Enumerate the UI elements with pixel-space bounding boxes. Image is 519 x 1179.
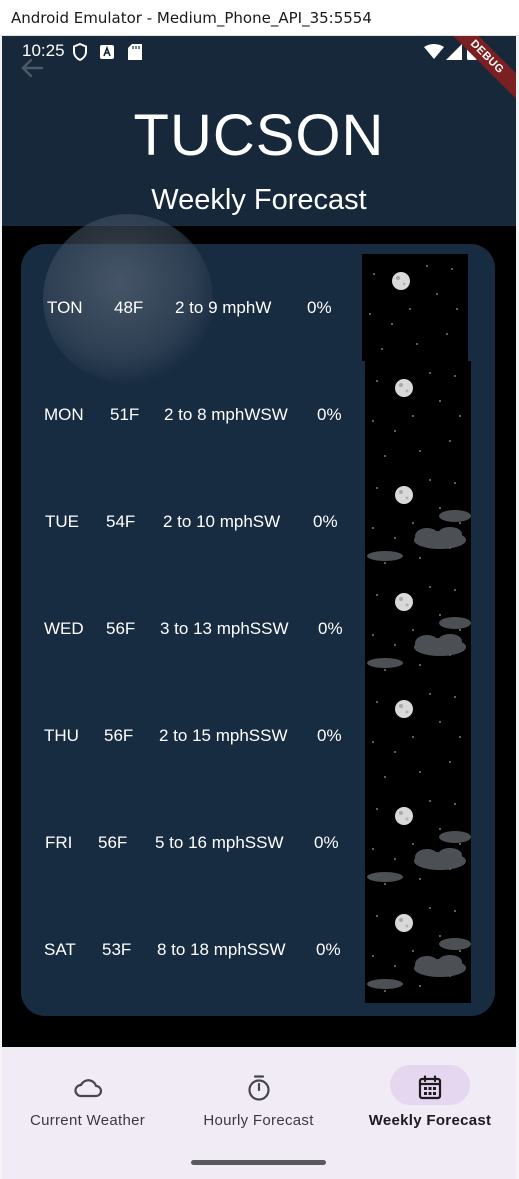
wind: 3 to 13 mphSSW — [160, 619, 289, 638]
temperature: 56F — [106, 619, 136, 638]
forecast-row: WED 56F 3 to 13 mphSSW 0% — [21, 575, 495, 682]
wind: 2 to 10 mphSW — [163, 512, 281, 531]
precipitation: 0% — [314, 833, 339, 852]
nav-label: Current Weather — [29, 1112, 146, 1129]
forecast-row: TUE 54F 2 to 10 mphSW 0% — [21, 468, 495, 575]
emulator-title: Android Emulator - Medium_Phone_API_35:5… — [11, 9, 372, 27]
partly-cloudy-night-icon — [365, 468, 471, 575]
font-notification-icon — [100, 45, 114, 59]
precipitation: 0% — [317, 726, 342, 745]
nav-weekly-forecast[interactable]: Weekly Forecast — [344, 1047, 516, 1157]
header: 10:25 DEBUG TUCSON Weekly Forecast — [2, 36, 516, 226]
day-label: TON — [47, 298, 83, 317]
temperature: 48F — [114, 298, 144, 317]
page-subtitle: Weekly Forecast — [151, 184, 367, 216]
wind: 5 to 16 mphSSW — [155, 833, 284, 852]
day-label: TUE — [45, 512, 79, 531]
signal-icon — [446, 44, 462, 60]
precipitation: 0% — [307, 298, 332, 317]
temperature: 53F — [102, 940, 132, 959]
forecast-row: THU 56F 2 to 15 mphSSW 0% — [21, 682, 495, 789]
wind: 2 to 15 mphSSW — [159, 726, 288, 745]
forecast-row: FRI 56F 5 to 16 mphSSW 0% — [21, 789, 495, 896]
wind: 2 to 8 mphWSW — [164, 405, 288, 424]
status-bar: 10:25 DEBUG — [2, 36, 516, 103]
clear-night-moon-icon — [365, 361, 471, 468]
nav-label: Hourly Forecast — [203, 1112, 314, 1129]
emulator-title-bar: Android Emulator - Medium_Phone_API_35:5… — [0, 0, 519, 36]
precipitation: 0% — [316, 940, 341, 959]
clear-night-moon-icon — [365, 682, 471, 789]
shield-icon — [73, 43, 87, 61]
phone-screen: 10:25 DEBUG TUCSON Weekly Forecast TON 4… — [2, 36, 516, 1179]
calendar-icon — [418, 1075, 442, 1100]
partly-cloudy-night-icon — [365, 789, 471, 896]
temperature: 56F — [98, 833, 128, 852]
temperature: 56F — [104, 726, 134, 745]
precipitation: 0% — [313, 512, 338, 531]
weekly-forecast-card: TON 48F 2 to 9 mphW 0% MON 51F 2 to 8 mp… — [21, 214, 495, 1016]
nav-current-weather[interactable]: Current Weather — [2, 1047, 173, 1157]
day-label: WED — [44, 619, 84, 638]
back-arrow-icon[interactable] — [18, 54, 46, 82]
temperature: 54F — [106, 512, 136, 531]
forecast-row: MON 51F 2 to 8 mphWSW 0% — [21, 361, 495, 468]
day-label: SAT — [44, 940, 76, 959]
city-title: TUCSON — [133, 103, 385, 168]
stopwatch-icon — [247, 1075, 270, 1101]
day-label: FRI — [45, 833, 73, 852]
wifi-icon — [424, 44, 444, 59]
partly-cloudy-night-icon — [365, 896, 471, 1003]
clear-night-moon-icon — [362, 254, 468, 361]
precipitation: 0% — [317, 405, 342, 424]
day-label: THU — [44, 726, 79, 745]
cloud-icon — [73, 1079, 102, 1098]
wind: 8 to 18 mphSSW — [157, 940, 286, 959]
wind: 2 to 9 mphW — [175, 298, 272, 317]
precipitation: 0% — [318, 619, 343, 638]
sd-card-icon — [128, 44, 142, 60]
nav-label: Weekly Forecast — [368, 1112, 492, 1129]
nav-hourly-forecast[interactable]: Hourly Forecast — [173, 1047, 344, 1157]
forecast-row: SAT 53F 8 to 18 mphSSW 0% — [21, 896, 495, 1003]
forecast-row: TON 48F 2 to 9 mphW 0% — [21, 254, 495, 361]
day-label: MON — [44, 405, 84, 424]
temperature: 51F — [110, 405, 140, 424]
gesture-home-bar[interactable] — [191, 1160, 326, 1165]
partly-cloudy-night-icon — [365, 575, 471, 682]
